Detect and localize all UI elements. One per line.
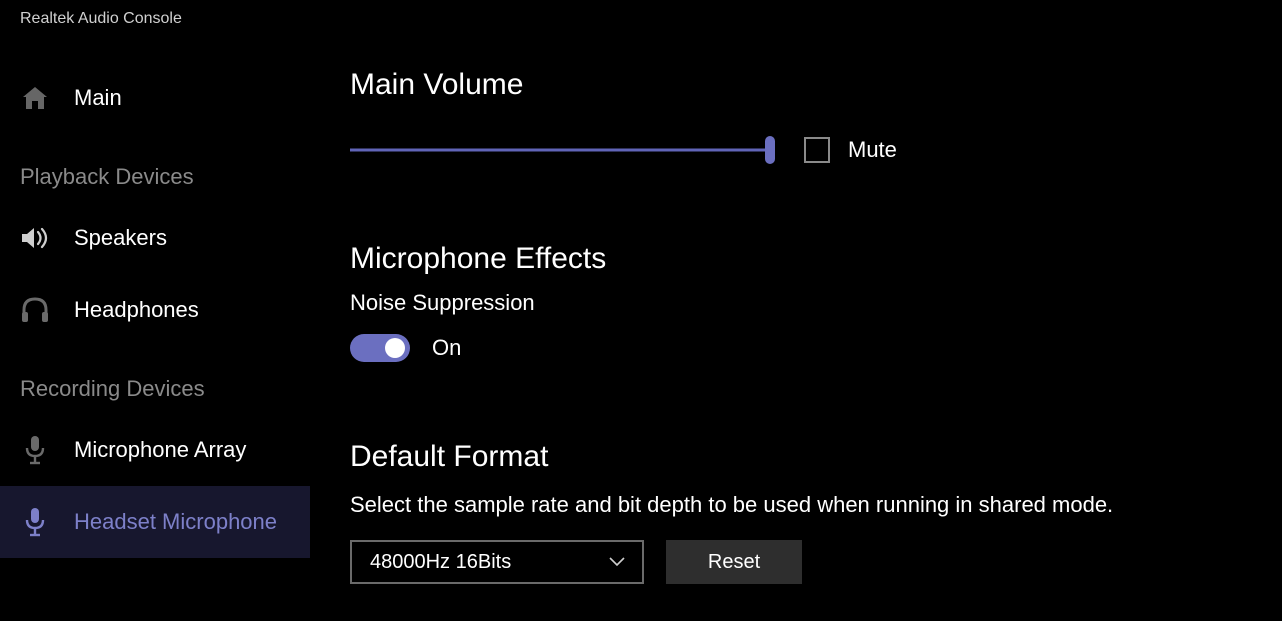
sidebar-item-main[interactable]: Main <box>0 62 310 134</box>
noise-suppression-label: Noise Suppression <box>350 290 1242 316</box>
slider-track <box>350 149 770 152</box>
home-icon <box>20 83 50 113</box>
section-heading-main-volume: Main Volume <box>350 68 1242 102</box>
sidebar-item-label: Speakers <box>74 225 167 251</box>
sidebar-heading-recording: Recording Devices <box>0 346 310 414</box>
mute-checkbox[interactable]: Mute <box>804 137 897 163</box>
main-volume-slider[interactable] <box>350 136 770 164</box>
microphone-icon <box>20 507 50 537</box>
microphone-icon <box>20 435 50 465</box>
checkbox-label: Mute <box>848 137 897 163</box>
speaker-icon <box>20 223 50 253</box>
sidebar-item-headphones[interactable]: Headphones <box>0 274 310 346</box>
select-value: 48000Hz 16Bits <box>370 551 511 574</box>
content-pane: Main Volume Mute Microphone Effects Nois… <box>310 34 1282 621</box>
sidebar-item-label: Main <box>74 85 122 111</box>
sidebar-item-microphone-array[interactable]: Microphone Array <box>0 414 310 486</box>
toggle-state-label: On <box>432 335 461 361</box>
sample-rate-select[interactable]: 48000Hz 16Bits <box>350 540 644 584</box>
reset-button[interactable]: Reset <box>666 540 802 584</box>
sidebar-item-headset-microphone[interactable]: Headset Microphone <box>0 486 310 558</box>
sidebar-item-speakers[interactable]: Speakers <box>0 202 310 274</box>
section-heading-default-format: Default Format <box>350 440 1242 474</box>
toggle-knob <box>385 338 405 358</box>
slider-thumb[interactable] <box>765 136 775 164</box>
sidebar-item-label: Headset Microphone <box>74 509 277 535</box>
checkbox-box[interactable] <box>804 137 830 163</box>
sidebar: Main Playback Devices Speakers <box>0 34 310 621</box>
sidebar-heading-playback: Playback Devices <box>0 134 310 202</box>
noise-suppression-toggle[interactable] <box>350 334 410 362</box>
sidebar-item-label: Headphones <box>74 297 199 323</box>
default-format-description: Select the sample rate and bit depth to … <box>350 492 1242 518</box>
section-heading-microphone-effects: Microphone Effects <box>350 242 1242 276</box>
sidebar-item-label: Microphone Array <box>74 437 246 463</box>
app-title: Realtek Audio Console <box>0 0 1282 34</box>
headphones-icon <box>20 295 50 325</box>
chevron-down-icon <box>608 556 626 568</box>
